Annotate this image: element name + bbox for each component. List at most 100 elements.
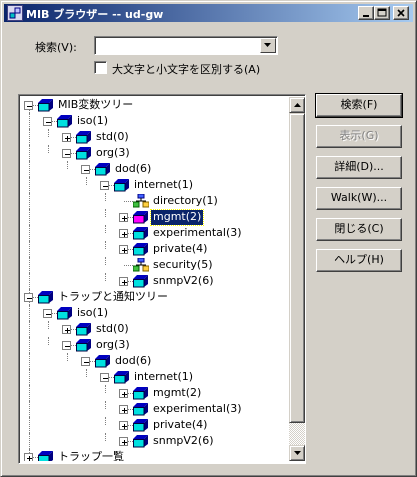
minimize-button[interactable] bbox=[358, 6, 374, 20]
collapse-minus-icon[interactable] bbox=[81, 357, 90, 366]
collapse-minus-icon[interactable] bbox=[100, 181, 109, 190]
tree-node[interactable]: mgmt(2) bbox=[21, 209, 289, 226]
tree-node-label[interactable]: std(0) bbox=[94, 130, 131, 145]
close-window-button[interactable] bbox=[393, 6, 409, 20]
tree-node-label[interactable]: private(4) bbox=[151, 242, 209, 257]
expand-plus-icon[interactable] bbox=[24, 453, 33, 461]
tree-node[interactable]: dod(6) bbox=[21, 161, 289, 177]
close-button[interactable]: 閉じる(C) bbox=[316, 218, 402, 241]
case-sensitive-checkbox[interactable] bbox=[94, 61, 107, 74]
title-bar[interactable]: MIB ブラウザー -- ud-gw bbox=[4, 4, 413, 22]
tree-node[interactable]: snmpV2(6) bbox=[21, 433, 289, 449]
tree-node-label[interactable]: experimental(3) bbox=[151, 226, 244, 241]
tree-node[interactable]: std(0) bbox=[21, 129, 289, 145]
tree-node-label[interactable]: snmpV2(6) bbox=[151, 274, 216, 289]
expand-plus-icon[interactable] bbox=[119, 405, 128, 414]
tree-node[interactable]: iso(1) bbox=[21, 113, 289, 129]
folder-node-icon bbox=[133, 402, 149, 416]
tree-node-label[interactable]: MIB変数ツリー bbox=[56, 98, 135, 113]
tree-node[interactable]: private(4) bbox=[21, 417, 289, 433]
collapse-minus-icon[interactable] bbox=[43, 309, 52, 318]
tree-node-label[interactable]: mgmt(2) bbox=[149, 209, 205, 226]
mib-browser-window: MIB ブラウザー -- ud-gw 検索(V): 大文字と小文字を区別する(A… bbox=[0, 0, 417, 477]
scroll-down-button[interactable] bbox=[289, 445, 305, 461]
tree-node-label[interactable]: internet(1) bbox=[132, 178, 195, 193]
scrollbar-thumb[interactable] bbox=[289, 113, 305, 423]
tree-node-label[interactable]: mgmt(2) bbox=[151, 386, 203, 401]
collapse-minus-icon[interactable] bbox=[100, 373, 109, 382]
tree-node-label[interactable]: トラップ一覧 bbox=[56, 450, 126, 461]
tree-node[interactable]: directory(1) bbox=[21, 193, 289, 209]
tree-node[interactable]: トラップと通知ツリー bbox=[21, 289, 289, 305]
details-button[interactable]: 詳細(D)... bbox=[316, 156, 402, 179]
expand-plus-icon[interactable] bbox=[119, 389, 128, 398]
tree-node[interactable]: MIB変数ツリー bbox=[21, 97, 289, 113]
tree-node-label[interactable]: internet(1) bbox=[132, 370, 195, 385]
tree-node[interactable]: org(3) bbox=[21, 337, 289, 353]
expand-plus-icon[interactable] bbox=[119, 229, 128, 238]
tree-connector bbox=[29, 193, 30, 209]
tree-node-label[interactable]: org(3) bbox=[94, 338, 132, 353]
folder-node-icon bbox=[133, 386, 149, 400]
walk-button[interactable]: Walk(W)... bbox=[316, 187, 402, 210]
expand-plus-icon[interactable] bbox=[119, 421, 128, 430]
expand-plus-icon[interactable] bbox=[119, 437, 128, 446]
tree-node[interactable]: std(0) bbox=[21, 321, 289, 337]
tree-connector bbox=[105, 241, 106, 249]
tree-connector bbox=[124, 201, 133, 202]
collapse-minus-icon[interactable] bbox=[62, 149, 71, 158]
tree-node[interactable]: experimental(3) bbox=[21, 225, 289, 241]
collapse-minus-icon[interactable] bbox=[24, 293, 33, 302]
tree-node[interactable]: org(3) bbox=[21, 145, 289, 161]
tree-node[interactable]: internet(1) bbox=[21, 369, 289, 385]
tree-node-label[interactable]: iso(1) bbox=[75, 306, 110, 321]
tree-node[interactable]: snmpV2(6) bbox=[21, 273, 289, 289]
collapse-minus-icon[interactable] bbox=[62, 341, 71, 350]
tree-node[interactable]: security(5) bbox=[21, 257, 289, 273]
case-sensitive-label[interactable]: 大文字と小文字を区別する(A) bbox=[112, 61, 260, 77]
tree-node[interactable]: iso(1) bbox=[21, 305, 289, 321]
tree-node[interactable]: トラップ一覧 bbox=[21, 449, 289, 461]
search-button[interactable]: 検索(F) bbox=[315, 93, 403, 118]
tree-node-label[interactable]: std(0) bbox=[94, 322, 131, 337]
help-button[interactable]: ヘルプ(H) bbox=[316, 249, 402, 272]
view-button[interactable]: 表示(G) bbox=[316, 125, 402, 148]
expand-plus-icon[interactable] bbox=[62, 133, 71, 142]
tree-node[interactable]: mgmt(2) bbox=[21, 385, 289, 401]
collapse-minus-icon[interactable] bbox=[24, 101, 33, 110]
search-dropdown-button[interactable] bbox=[260, 38, 276, 53]
tree-node[interactable]: dod(6) bbox=[21, 353, 289, 369]
scroll-up-button[interactable] bbox=[289, 97, 305, 113]
tree-node[interactable]: private(4) bbox=[21, 241, 289, 257]
folder-node-icon bbox=[133, 274, 149, 288]
tree-node-label[interactable]: dod(6) bbox=[113, 354, 153, 369]
mib-tree-view[interactable]: MIB変数ツリー iso(1) std(0) org(3) dod(6) internet… bbox=[18, 94, 306, 464]
maximize-button[interactable] bbox=[374, 6, 390, 20]
expand-plus-icon[interactable] bbox=[119, 213, 128, 222]
tree-node-label[interactable]: dod(6) bbox=[113, 162, 153, 177]
tree-connector bbox=[48, 337, 49, 345]
collapse-minus-icon[interactable] bbox=[81, 165, 90, 174]
tree-node-label[interactable]: private(4) bbox=[151, 418, 209, 433]
tree-node-label[interactable]: experimental(3) bbox=[151, 402, 244, 417]
tree-connector bbox=[105, 273, 106, 281]
tree-connector bbox=[67, 161, 68, 169]
search-combobox[interactable] bbox=[94, 36, 278, 55]
expand-plus-icon[interactable] bbox=[119, 245, 128, 254]
tree-node-label[interactable]: org(3) bbox=[94, 146, 132, 161]
tree-node-label[interactable]: directory(1) bbox=[151, 194, 220, 209]
expand-plus-icon[interactable] bbox=[119, 277, 128, 286]
collapse-minus-icon[interactable] bbox=[43, 117, 52, 126]
tree-node-label[interactable]: トラップと通知ツリー bbox=[56, 290, 170, 305]
tree-node-label[interactable]: security(5) bbox=[151, 258, 215, 273]
folder-node-icon bbox=[114, 178, 130, 192]
tree-vertical-scrollbar[interactable] bbox=[289, 97, 305, 461]
tree-connector bbox=[29, 401, 30, 417]
tree-node[interactable]: experimental(3) bbox=[21, 401, 289, 417]
expand-plus-icon[interactable] bbox=[62, 325, 71, 334]
tree-node-label[interactable]: iso(1) bbox=[75, 114, 110, 129]
tree-node-label[interactable]: snmpV2(6) bbox=[151, 434, 216, 449]
folder-node-icon bbox=[38, 290, 54, 304]
tree-node[interactable]: internet(1) bbox=[21, 177, 289, 193]
tree-connector bbox=[29, 177, 30, 193]
